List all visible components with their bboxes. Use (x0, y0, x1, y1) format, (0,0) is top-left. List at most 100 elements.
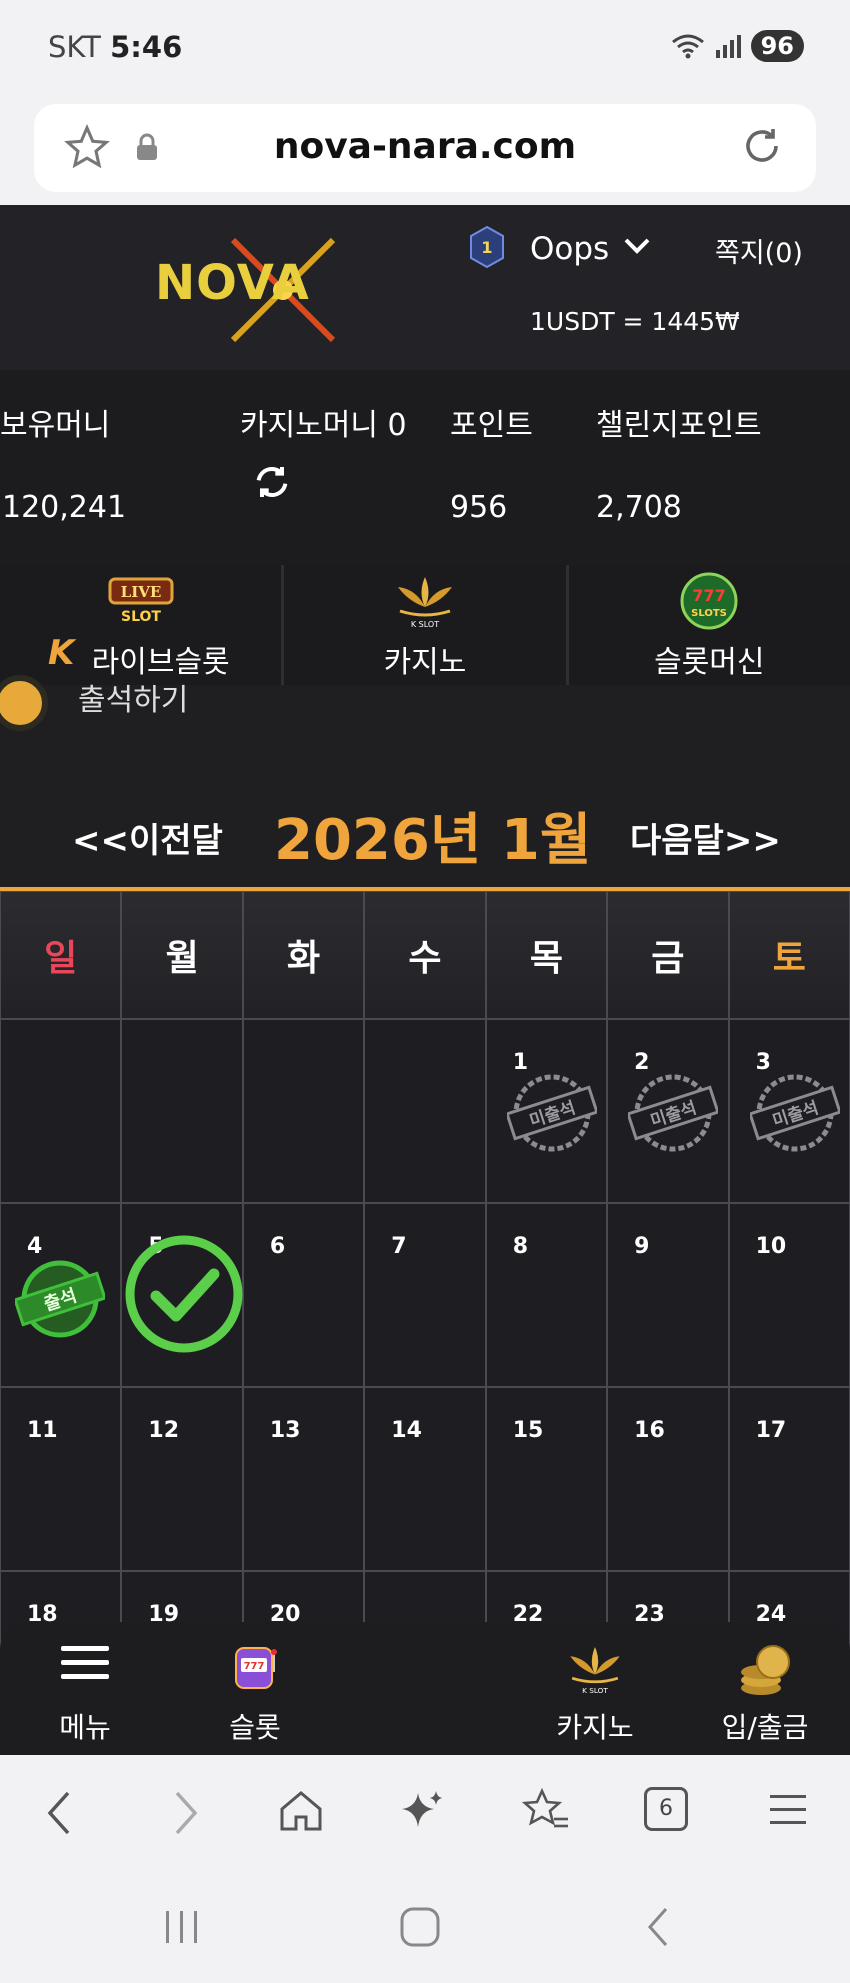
site-header: NOVA 1 Oops 쪽지(0) 1USDT = 1445₩ (0, 205, 850, 370)
wifi-icon (671, 34, 704, 59)
menu-icon[interactable] (768, 1787, 808, 1833)
weekday-mon: 월 (121, 891, 243, 1019)
url-text: nova-nara.com (273, 126, 577, 167)
calendar-day-cell: 12 (121, 1387, 243, 1571)
site-content: NOVA 1 Oops 쪽지(0) 1USDT = 1445₩ 보유머니 120… (0, 205, 850, 1755)
weekday-sat: 토 (728, 891, 850, 1019)
system-nav-bar (0, 1875, 850, 1983)
sparkle-icon[interactable] (400, 1787, 446, 1833)
system-home-icon[interactable] (398, 1905, 442, 1949)
chevron-down-icon[interactable] (622, 235, 652, 257)
weekday-tue: 화 (242, 891, 365, 1019)
point-label: 포인트 (450, 408, 533, 443)
nav-slot[interactable]: 777 슬롯 (170, 1622, 340, 1755)
nav-deposit-withdraw[interactable]: 입/출금 (680, 1622, 850, 1755)
hamburger-icon (61, 1646, 109, 1679)
svg-text:777: 777 (693, 586, 726, 605)
nav-label: 입/출금 (721, 1711, 809, 1744)
live-slot-icon: LIVE SLOT (108, 577, 174, 625)
day-number: 16 (634, 1418, 665, 1443)
tabs-button[interactable]: 6 (644, 1787, 688, 1831)
recent-apps-icon[interactable] (160, 1907, 204, 1947)
day-number: 13 (269, 1418, 301, 1443)
calendar-day-cell: 2 미출석 (607, 1019, 729, 1203)
day-number: 7 (391, 1234, 407, 1259)
weekday-wed: 수 (364, 891, 486, 1019)
attendance-dot-icon (0, 675, 48, 731)
messages-link[interactable]: 쪽지(0) (715, 231, 803, 270)
refresh-icon[interactable] (252, 462, 292, 502)
calendar-day-cell: 6 (242, 1203, 365, 1387)
system-back-icon[interactable] (640, 1905, 676, 1949)
address-bar[interactable]: nova-nara.com (34, 104, 816, 192)
attendance-title: 출석하기 (78, 683, 189, 718)
day-number: 9 (634, 1234, 650, 1259)
tab-casino[interactable]: K SLOT 카지노 (284, 565, 569, 685)
status-bar: SKT 5:46 96 (0, 0, 850, 100)
casino-money-label: 카지노머니 0 (240, 408, 407, 443)
day-number: 15 (512, 1418, 544, 1443)
prev-month-link[interactable]: <<이전달 (72, 813, 223, 862)
calendar-day-cell: 5 (121, 1203, 243, 1387)
calendar-grid: 1 미출석 2 미출석 3 미출석 4 출석 5 6 7 8 9 10 11 12 13 14 15 16 17 18 19… (0, 1019, 850, 1661)
clock: 5:46 (110, 30, 183, 64)
calendar-day-cell: 4 출석 (0, 1203, 122, 1387)
calendar-day-cell (121, 1019, 243, 1203)
bookmarks-icon[interactable] (520, 1787, 570, 1833)
next-month-link[interactable]: 다음달>> (630, 813, 781, 862)
attendance-calendar: 일 월 화 수 목 금 토 1 미출석 2 미출석 3 미출석 4 출석 5 6 7 8 9 10 11 12… (0, 891, 850, 1661)
calendar-day-cell: 15 (485, 1387, 608, 1571)
carrier: SKT (48, 30, 101, 64)
home-icon[interactable] (278, 1787, 324, 1833)
absent-stamp-icon: 미출석 (749, 1074, 840, 1152)
battery-badge: 96 (750, 30, 804, 62)
back-icon[interactable] (40, 1787, 80, 1839)
nav-label: 메뉴 (59, 1711, 111, 1744)
absent-stamp-icon: 미출석 (628, 1074, 719, 1152)
weekday-fri: 금 (607, 891, 729, 1019)
signal-icon (715, 35, 741, 58)
challenge-point-label: 챌린지포인트 (596, 408, 762, 443)
calendar-day-cell: 16 (607, 1387, 729, 1571)
svg-text:K SLOT: K SLOT (582, 1686, 608, 1695)
calendar-day-cell: 13 (242, 1387, 365, 1571)
svg-text:SLOTS: SLOTS (691, 608, 727, 619)
svg-text:777: 777 (244, 1661, 265, 1672)
point-value: 956 (450, 490, 508, 525)
calendar-day-cell: 7 (364, 1203, 486, 1387)
game-category-tabs: LIVE SLOT K 라이브슬롯 K SLOT 카지노 777 SLOTS 슬롯머… (0, 565, 850, 685)
tab-label: 카지노 (383, 645, 467, 680)
nav-label: 슬롯 (229, 1711, 281, 1744)
forward-icon[interactable] (165, 1787, 205, 1839)
month-title: 2026년 1월 (274, 808, 592, 873)
nav-casino[interactable]: K SLOT 카지노 (510, 1622, 680, 1755)
balance-panel: 보유머니 120,241 카지노머니 0 포인트 956 챌린지포인트 2,70… (0, 370, 850, 565)
day-number: 8 (512, 1234, 529, 1259)
tab-live-slot[interactable]: LIVE SLOT K 라이브슬롯 (0, 565, 285, 685)
calendar-day-cell (0, 1019, 122, 1203)
username[interactable]: Oops (530, 231, 609, 267)
kslot-lotus-icon: K SLOT (397, 577, 452, 629)
nav-label: 카지노 (556, 1711, 634, 1744)
tab-slot-machine[interactable]: 777 SLOTS 슬롯머신 (568, 565, 850, 685)
day-number: 10 (755, 1234, 787, 1259)
calendar-day-cell: 17 (728, 1387, 850, 1571)
nav-menu[interactable]: 메뉴 (0, 1622, 170, 1755)
holding-money-value: 120,241 (2, 490, 127, 525)
tab-label: 슬롯머신 (654, 645, 765, 680)
coins-icon (741, 1645, 790, 1695)
exchange-rate: 1USDT = 1445₩ (530, 307, 740, 336)
kslot-lotus-icon: K SLOT (570, 1647, 620, 1695)
777-slots-icon: 777 SLOTS (680, 572, 738, 630)
calendar-day-cell: 10 (728, 1203, 850, 1387)
calendar-day-cell: 14 (364, 1387, 486, 1571)
weekday-sun: 일 (0, 891, 122, 1019)
calendar-day-cell: 3 미출석 (728, 1019, 850, 1203)
attended-stamp-icon: 출석 (15, 1260, 105, 1338)
nova-logo[interactable]: NOVA (155, 255, 310, 311)
svg-text:K SLOT: K SLOT (411, 620, 439, 629)
reload-icon[interactable] (738, 122, 786, 170)
challenge-point-value: 2,708 (596, 490, 682, 525)
day-number: 14 (391, 1418, 422, 1443)
carrier-time: SKT 5:46 (48, 30, 182, 64)
